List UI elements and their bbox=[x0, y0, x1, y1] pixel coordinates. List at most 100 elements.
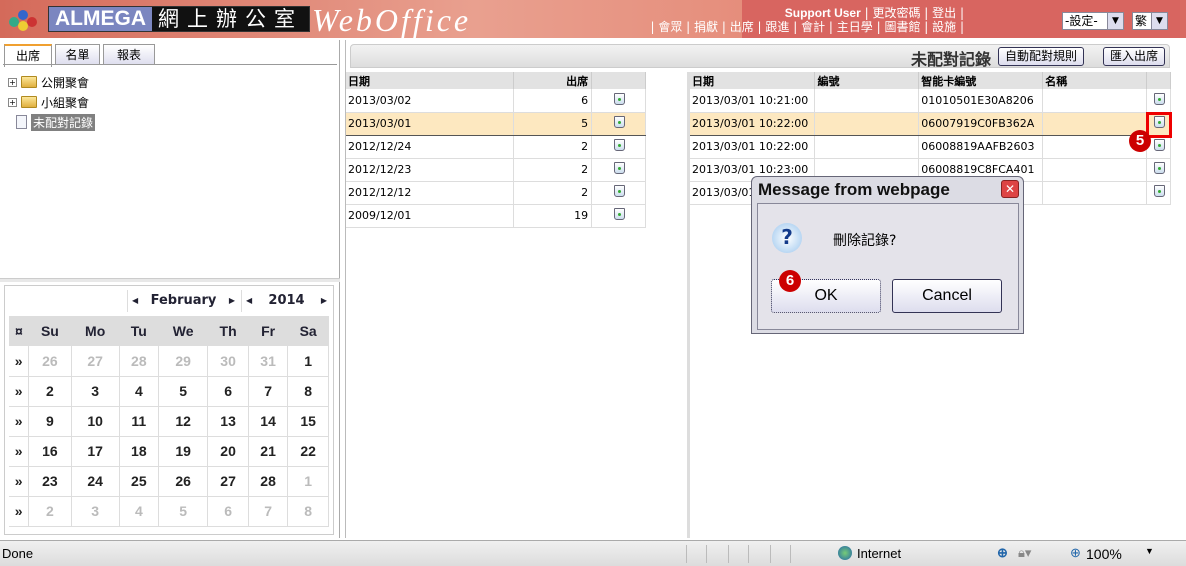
calendar-day[interactable]: 4 bbox=[119, 376, 160, 407]
calendar-day[interactable]: 1 bbox=[287, 346, 329, 377]
nav-link[interactable]: 跟進 bbox=[765, 20, 789, 34]
table-row[interactable]: 2013/03/01 10:21:00 01010501E30A8206 bbox=[690, 89, 1172, 113]
week-select[interactable]: » bbox=[9, 406, 30, 437]
calendar-day[interactable]: 24 bbox=[71, 466, 120, 497]
delete-button[interactable] bbox=[591, 181, 646, 205]
nav-link[interactable]: 圖書館 bbox=[884, 20, 920, 34]
calendar-day[interactable]: 27 bbox=[207, 466, 249, 497]
calendar-day[interactable]: 20 bbox=[207, 436, 249, 467]
table-row[interactable]: 2009/12/01 19 bbox=[346, 204, 646, 228]
table-row[interactable]: 2012/12/23 2 bbox=[346, 158, 646, 182]
calendar-day[interactable]: 3 bbox=[71, 376, 120, 407]
week-select[interactable]: » bbox=[9, 466, 30, 497]
language-select[interactable]: 繁 ▼ bbox=[1132, 12, 1168, 30]
change-password-link[interactable]: 更改密碼 bbox=[872, 6, 920, 20]
calendar-day[interactable]: 6 bbox=[207, 376, 249, 407]
column-header[interactable]: 日期 bbox=[346, 72, 515, 89]
nav-link[interactable]: 捐獻 bbox=[694, 20, 718, 34]
calendar-day[interactable]: 19 bbox=[158, 436, 209, 467]
calendar-day[interactable]: 12 bbox=[158, 406, 209, 437]
delete-button[interactable] bbox=[1146, 89, 1172, 113]
import-attendance-button[interactable]: 匯入出席 bbox=[1102, 47, 1165, 66]
column-header[interactable]: 名稱 bbox=[1042, 72, 1147, 89]
expand-icon[interactable]: + bbox=[8, 97, 17, 107]
calendar-day[interactable]: 5 bbox=[158, 376, 209, 407]
cancel-button[interactable]: Cancel bbox=[892, 279, 1002, 313]
calendar-day[interactable]: 2 bbox=[28, 376, 72, 407]
calendar-day[interactable]: 26 bbox=[158, 466, 209, 497]
calendar-day[interactable]: 25 bbox=[119, 466, 160, 497]
column-header[interactable]: 編號 bbox=[814, 72, 920, 89]
expand-icon[interactable]: + bbox=[8, 77, 17, 87]
nav-link[interactable]: 會計 bbox=[801, 20, 825, 34]
calendar-day[interactable]: 16 bbox=[28, 436, 72, 467]
calendar-day[interactable]: 18 bbox=[119, 436, 160, 467]
prev-year-button[interactable]: ◀ bbox=[246, 290, 252, 312]
nav-link[interactable]: 主日學 bbox=[837, 20, 873, 34]
tab-roster[interactable]: 名單 bbox=[55, 44, 100, 65]
zoom-icon[interactable]: ⊕ bbox=[1070, 545, 1081, 561]
calendar-day[interactable]: 13 bbox=[207, 406, 249, 437]
table-row[interactable]: 2012/12/24 2 bbox=[346, 135, 646, 159]
column-header[interactable]: 日期 bbox=[690, 72, 816, 89]
delete-button[interactable] bbox=[591, 111, 646, 136]
calendar-day[interactable]: 8 bbox=[287, 376, 329, 407]
calendar-day[interactable]: 21 bbox=[248, 436, 289, 467]
calendar-day[interactable]: 10 bbox=[71, 406, 120, 437]
week-select[interactable]: » bbox=[9, 376, 30, 407]
delete-button[interactable] bbox=[1146, 158, 1172, 182]
table-row[interactable]: 2013/03/01 10:22:00 06008819AAFB2603 bbox=[690, 135, 1172, 159]
calendar-day[interactable]: 11 bbox=[119, 406, 160, 437]
calendar-day[interactable]: 4 bbox=[119, 496, 160, 527]
zoom-level[interactable]: 100% bbox=[1086, 546, 1122, 562]
calendar-day[interactable]: 6 bbox=[207, 496, 249, 527]
table-row[interactable]: 2013/03/01 5 bbox=[346, 111, 646, 136]
table-row[interactable]: 2012/12/12 2 bbox=[346, 181, 646, 205]
week-select[interactable]: » bbox=[9, 436, 30, 467]
chevron-down-icon[interactable]: ▼ bbox=[1145, 546, 1154, 556]
calendar-day[interactable]: 30 bbox=[207, 346, 249, 377]
nav-link[interactable]: 會眾 bbox=[658, 20, 682, 34]
delete-button[interactable] bbox=[1146, 181, 1172, 205]
calendar-day[interactable]: 17 bbox=[71, 436, 120, 467]
calendar-day[interactable]: 28 bbox=[119, 346, 160, 377]
tree-node-unmatched-records[interactable]: 未配對記錄 bbox=[8, 113, 96, 131]
calendar-day[interactable]: 27 bbox=[71, 346, 120, 377]
logout-link[interactable]: 登出 bbox=[932, 6, 956, 20]
panel-splitter[interactable] bbox=[687, 72, 690, 538]
calendar-day[interactable]: 29 bbox=[158, 346, 209, 377]
tree-node-public-meetings[interactable]: + 公開聚會 bbox=[8, 74, 89, 90]
splitter-handle[interactable] bbox=[0, 278, 340, 282]
calendar-day[interactable]: 31 bbox=[248, 346, 289, 377]
calendar-day[interactable]: 3 bbox=[71, 496, 120, 527]
user-name[interactable]: Support User bbox=[785, 6, 861, 20]
auto-match-rules-button[interactable]: 自動配對規則 bbox=[997, 47, 1084, 66]
calendar-day[interactable]: 23 bbox=[28, 466, 72, 497]
week-select[interactable]: » bbox=[9, 346, 30, 377]
delete-button[interactable] bbox=[591, 135, 646, 159]
table-row[interactable]: 2013/03/01 10:22:00 06007919C0FB362A bbox=[690, 111, 1172, 136]
calendar-day[interactable]: 15 bbox=[287, 406, 329, 437]
calendar-day[interactable]: 22 bbox=[287, 436, 329, 467]
week-select[interactable]: » bbox=[9, 496, 30, 527]
protected-mode-icon[interactable]: ⊕ bbox=[997, 545, 1008, 561]
next-year-button[interactable]: ▶ bbox=[321, 290, 327, 312]
calendar-day[interactable]: 2 bbox=[28, 496, 72, 527]
delete-button[interactable] bbox=[591, 204, 646, 228]
delete-button[interactable] bbox=[591, 89, 646, 113]
calendar-day[interactable]: 5 bbox=[158, 496, 209, 527]
tree-node-group-meetings[interactable]: + 小組聚會 bbox=[8, 94, 89, 110]
calendar-day[interactable]: 14 bbox=[248, 406, 289, 437]
calendar-day[interactable]: 7 bbox=[248, 376, 289, 407]
calendar-day[interactable]: 26 bbox=[28, 346, 72, 377]
delete-button[interactable] bbox=[591, 158, 646, 182]
nav-link[interactable]: 出席 bbox=[730, 20, 754, 34]
calendar-day[interactable]: 1 bbox=[287, 466, 329, 497]
calendar-day[interactable]: 28 bbox=[248, 466, 289, 497]
calendar-day[interactable]: 8 bbox=[287, 496, 329, 527]
calendar-day[interactable]: 9 bbox=[28, 406, 72, 437]
column-header[interactable]: 出席 bbox=[513, 72, 593, 89]
lock-icon[interactable]: 🔒︎▾ bbox=[1018, 545, 1031, 561]
tab-reports[interactable]: 報表 bbox=[103, 44, 155, 65]
table-row[interactable]: 2013/03/02 6 bbox=[346, 89, 646, 113]
